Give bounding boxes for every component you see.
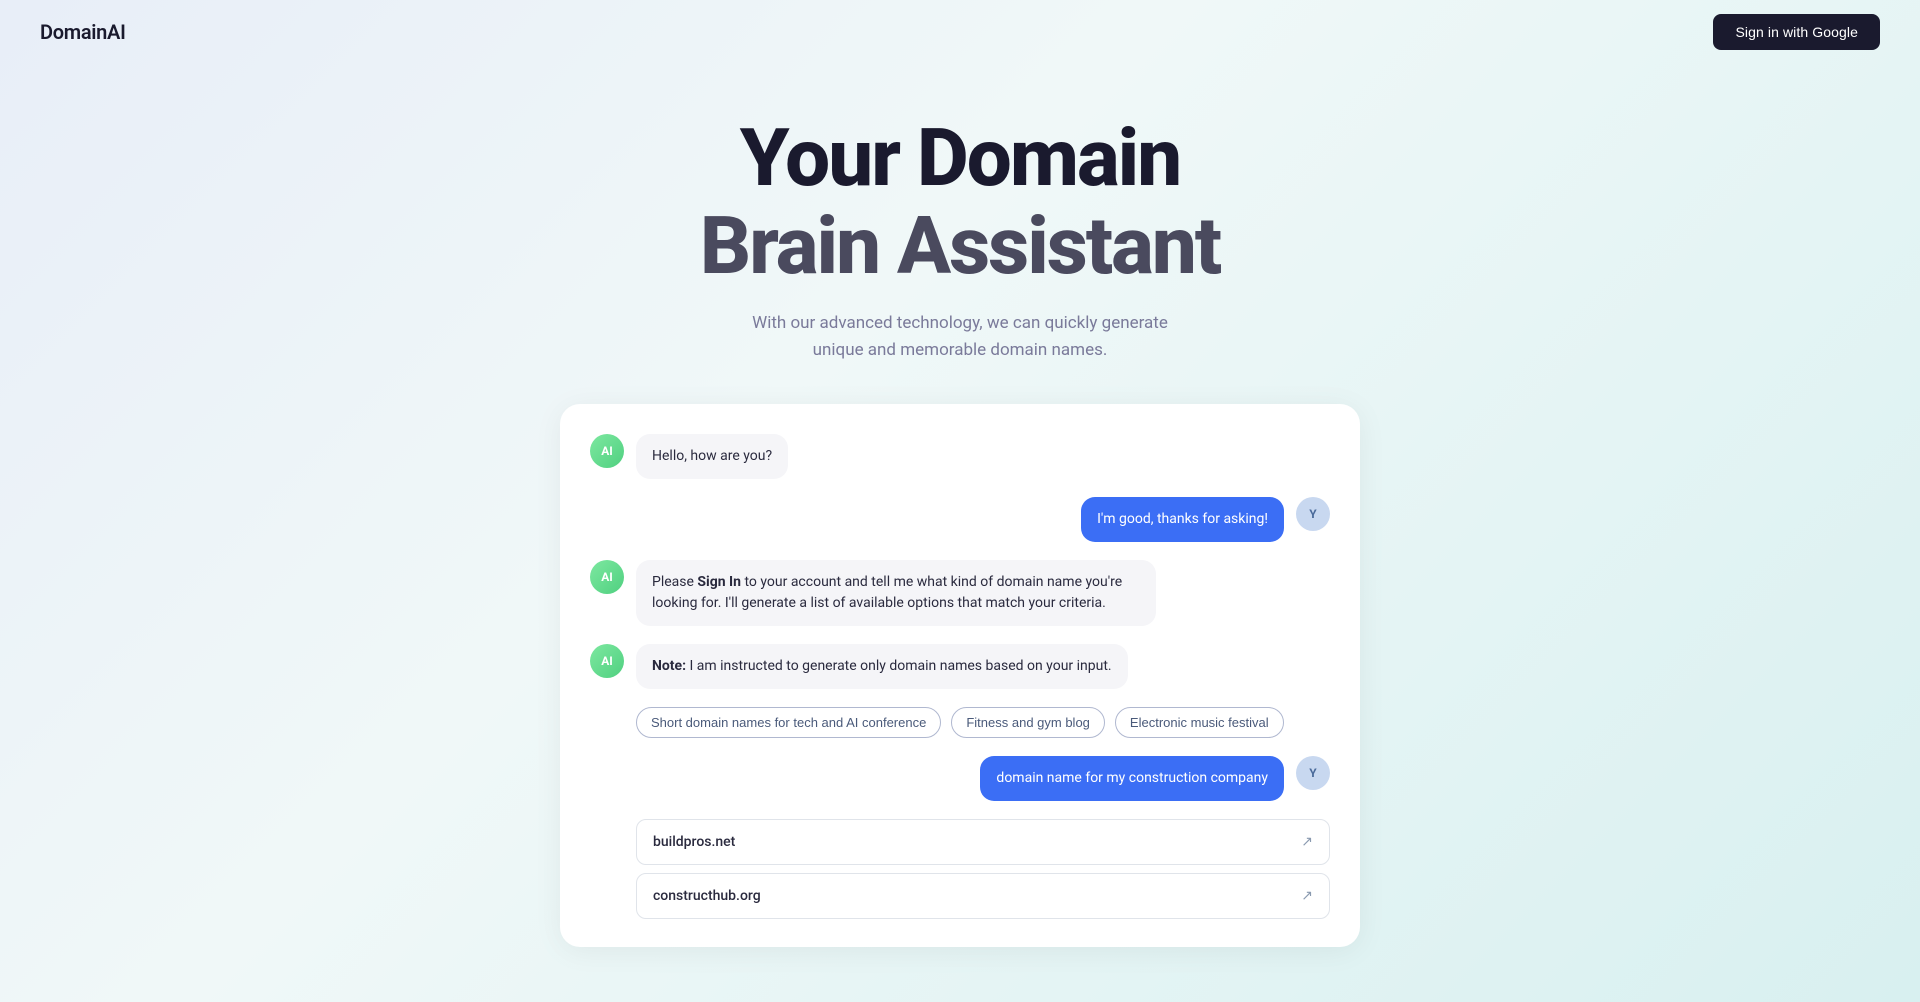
external-link-icon-2: ↗ [1301, 888, 1313, 904]
bubble-ai-3: Note: I am instructed to generate only d… [636, 644, 1128, 689]
suggestions-row: Short domain names for tech and AI confe… [636, 707, 1330, 738]
message-row-1: AI Hello, how are you? [590, 434, 1330, 479]
hero-title-line1: Your Domain [20, 114, 1900, 202]
avatar-user-2: Y [1296, 756, 1330, 790]
bubble-user-2: domain name for my construction company [980, 756, 1284, 801]
message-row-4: AI Note: I am instructed to generate onl… [590, 644, 1330, 689]
bubble-user-1: I'm good, thanks for asking! [1081, 497, 1284, 542]
domain-results: buildpros.net ↗ constructhub.org ↗ [636, 819, 1330, 919]
message-row-2: Y I'm good, thanks for asking! [590, 497, 1330, 542]
domain-name-1: buildpros.net [653, 834, 735, 850]
chip-1[interactable]: Short domain names for tech and AI confe… [636, 707, 941, 738]
avatar-ai-2: AI [590, 560, 624, 594]
message-row-3: AI Please Sign In to your account and te… [590, 560, 1330, 626]
avatar-user-1: Y [1296, 497, 1330, 531]
bubble-ai-1: Hello, how are you? [636, 434, 788, 479]
header: DomainAI Sign in with Google [0, 0, 1920, 64]
hero-title-line2: Brain Assistant [20, 202, 1900, 290]
domain-item-1[interactable]: buildpros.net ↗ [636, 819, 1330, 865]
avatar-ai-3: AI [590, 644, 624, 678]
chip-3[interactable]: Electronic music festival [1115, 707, 1284, 738]
chat-container: AI Hello, how are you? Y I'm good, thank… [560, 404, 1360, 947]
hero-section: Your Domain Brain Assistant With our adv… [0, 64, 1920, 404]
avatar-ai-1: AI [590, 434, 624, 468]
logo: DomainAI [40, 20, 126, 44]
chip-2[interactable]: Fitness and gym blog [951, 707, 1105, 738]
chat-wrapper: AI Hello, how are you? Y I'm good, thank… [0, 404, 1920, 987]
sign-in-button[interactable]: Sign in with Google [1713, 14, 1880, 50]
hero-subtitle: With our advanced technology, we can qui… [740, 310, 1180, 364]
bubble-ai-2: Please Sign In to your account and tell … [636, 560, 1156, 626]
message-row-5: Y domain name for my construction compan… [590, 756, 1330, 801]
external-link-icon-1: ↗ [1301, 834, 1313, 850]
domain-name-2: constructhub.org [653, 888, 761, 904]
domain-item-2[interactable]: constructhub.org ↗ [636, 873, 1330, 919]
